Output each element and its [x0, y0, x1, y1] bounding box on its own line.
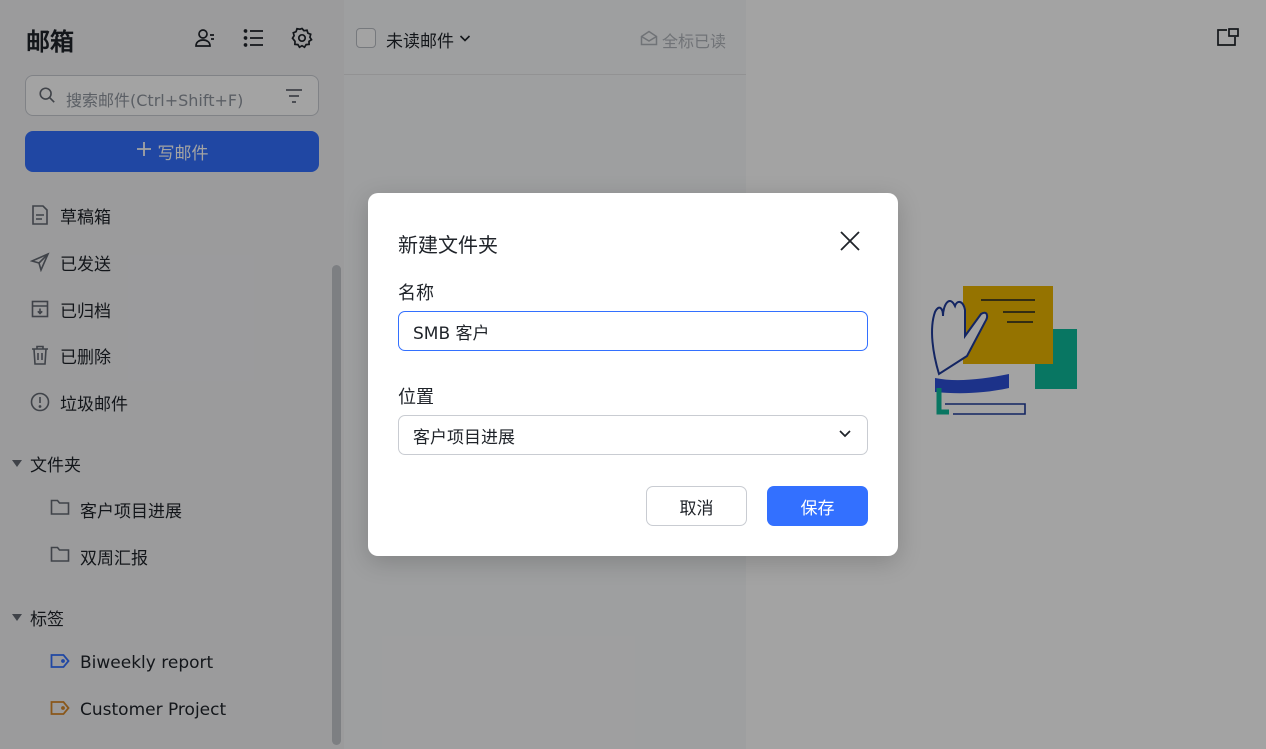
- folder-name-input[interactable]: [398, 311, 868, 351]
- location-select[interactable]: 客户项目进展: [398, 415, 868, 455]
- save-button[interactable]: 保存: [767, 486, 868, 526]
- new-folder-dialog: 新建文件夹 名称 位置 客户项目进展 取消 保存: [368, 193, 898, 556]
- chevron-down-icon: [837, 425, 853, 446]
- location-label: 位置: [398, 387, 434, 408]
- cancel-button[interactable]: 取消: [646, 486, 747, 526]
- mail-app: 邮箱 搜索邮件(Ctrl+Shift+F) 写邮件 草稿箱 已发送 已归档 已删…: [0, 0, 1266, 749]
- close-icon[interactable]: [838, 229, 862, 253]
- name-label: 名称: [398, 283, 434, 304]
- dialog-title: 新建文件夹: [398, 233, 498, 257]
- location-select-value: 客户项目进展: [413, 427, 515, 448]
